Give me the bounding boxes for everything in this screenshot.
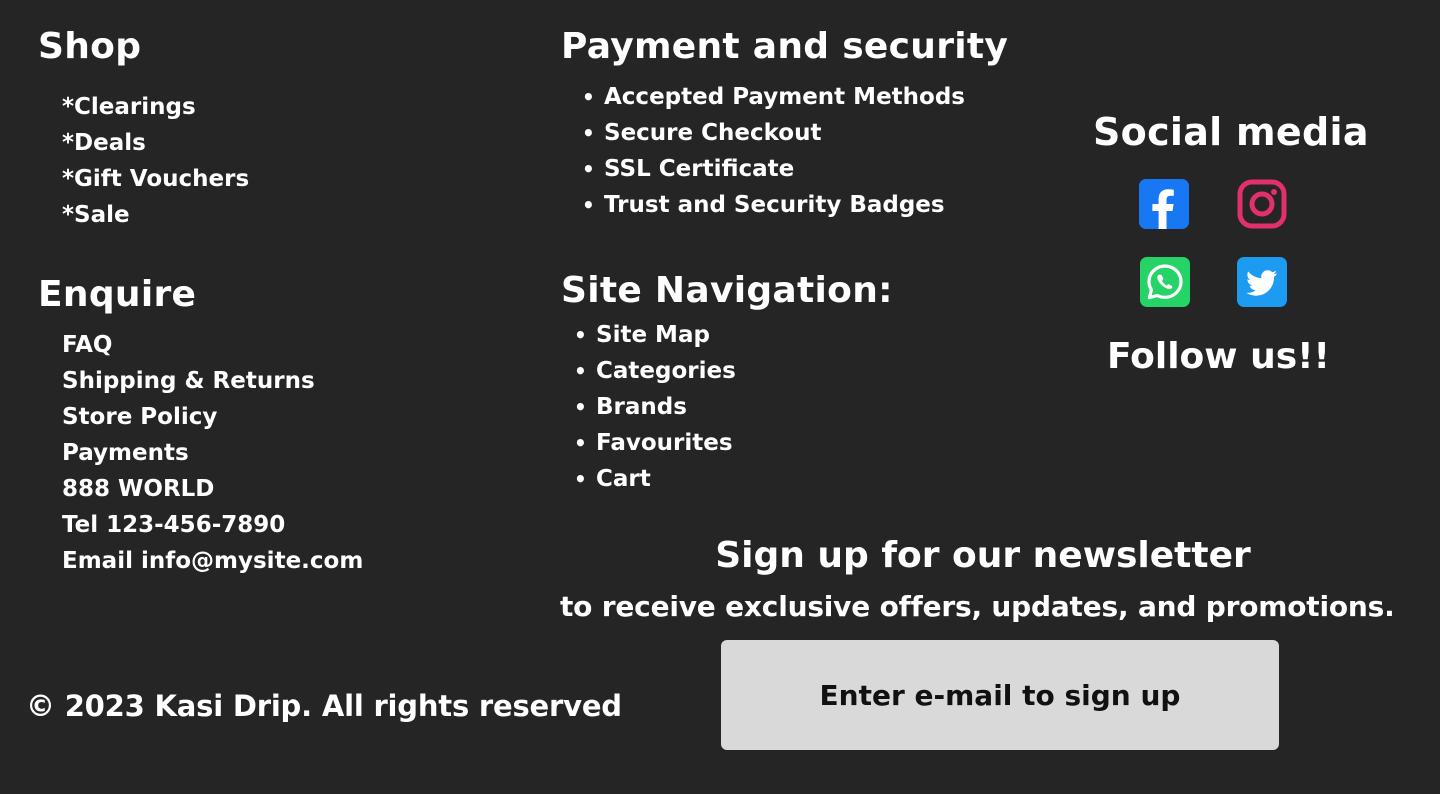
list-bullet: • <box>574 395 587 419</box>
payment-heading: Payment and security <box>561 26 1009 67</box>
nav-link-label: Categories <box>596 358 736 384</box>
enquire-address: 888 WORLD <box>62 476 215 502</box>
list-bullet: • <box>574 359 587 383</box>
follow-us-text: Follow us!! <box>1107 336 1330 377</box>
nav-link-brands[interactable]: • Brands <box>574 389 736 425</box>
shop-heading: Shop <box>38 26 142 67</box>
payment-link-ssl-certificate[interactable]: • SSL Certificate <box>582 151 965 187</box>
copyright-text: © 2023 Kasi Drip. All rights reserved <box>26 689 622 723</box>
payment-link-label: Accepted Payment Methods <box>604 84 965 110</box>
enquire-link-store-policy[interactable]: Store Policy <box>62 399 363 435</box>
nav-link-favourites[interactable]: • Favourites <box>574 425 736 461</box>
enquire-phone[interactable]: Tel 123-456-7890 <box>62 507 363 543</box>
nav-link-site-map[interactable]: • Site Map <box>574 317 736 353</box>
instagram-link[interactable] <box>1237 179 1287 229</box>
payment-link-label: Trust and Security Badges <box>604 192 945 218</box>
social-media-heading: Social media <box>1093 110 1369 154</box>
payment-list: • Accepted Payment Methods • Secure Checko… <box>582 79 965 223</box>
newsletter-title: Sign up for our newsletter <box>715 535 1251 576</box>
nav-link-label: Cart <box>596 466 651 492</box>
enquire-link-payments[interactable]: Payments <box>62 435 363 471</box>
site-navigation-heading: Site Navigation: <box>561 270 893 311</box>
list-bullet: • <box>582 193 595 217</box>
shop-link-deals[interactable]: *Deals <box>62 125 249 161</box>
payment-link-secure-checkout[interactable]: • Secure Checkout <box>582 115 965 151</box>
shop-link-clearings[interactable]: *Clearings <box>62 89 249 125</box>
nav-link-label: Site Map <box>596 322 710 348</box>
list-bullet: • <box>574 431 587 455</box>
shop-list: *Clearings *Deals *Gift Vouchers *Sale <box>62 89 249 233</box>
payment-link-trust-badges[interactable]: • Trust and Security Badges <box>582 187 965 223</box>
facebook-link[interactable] <box>1139 179 1189 229</box>
nav-link-label: Brands <box>596 394 687 420</box>
enquire-list: FAQ Shipping & Returns Store Policy Paym… <box>62 327 363 579</box>
list-bullet: • <box>574 323 587 347</box>
instagram-icon <box>1237 179 1287 229</box>
nav-link-label: Favourites <box>596 430 733 456</box>
whatsapp-link[interactable] <box>1140 257 1190 307</box>
twitter-link[interactable] <box>1237 257 1287 307</box>
list-bullet: • <box>582 121 595 145</box>
enquire-email[interactable]: Email info@mysite.com <box>62 543 363 579</box>
shop-link-sale[interactable]: *Sale <box>62 197 249 233</box>
payment-link-label: SSL Certificate <box>604 156 795 182</box>
newsletter-signup-button[interactable]: Enter e-mail to sign up <box>721 640 1279 750</box>
shop-link-gift-vouchers[interactable]: *Gift Vouchers <box>62 161 249 197</box>
list-bullet: • <box>582 157 595 181</box>
site-navigation-list: • Site Map • Categories • Brands • Favourite… <box>574 317 736 497</box>
payment-link-accepted-methods[interactable]: • Accepted Payment Methods <box>582 79 965 115</box>
payment-link-label: Secure Checkout <box>604 120 822 146</box>
nav-link-categories[interactable]: • Categories <box>574 353 736 389</box>
enquire-heading: Enquire <box>38 274 197 315</box>
newsletter-subtitle: to receive exclusive offers, updates, an… <box>560 590 1395 623</box>
facebook-icon <box>1152 189 1174 229</box>
list-bullet: • <box>574 467 587 491</box>
whatsapp-icon <box>1147 264 1183 300</box>
enquire-link-faq[interactable]: FAQ <box>62 327 363 363</box>
twitter-icon <box>1246 270 1277 296</box>
nav-link-cart[interactable]: • Cart <box>574 461 736 497</box>
enquire-link-shipping-returns[interactable]: Shipping & Returns <box>62 363 363 399</box>
list-bullet: • <box>582 85 595 109</box>
